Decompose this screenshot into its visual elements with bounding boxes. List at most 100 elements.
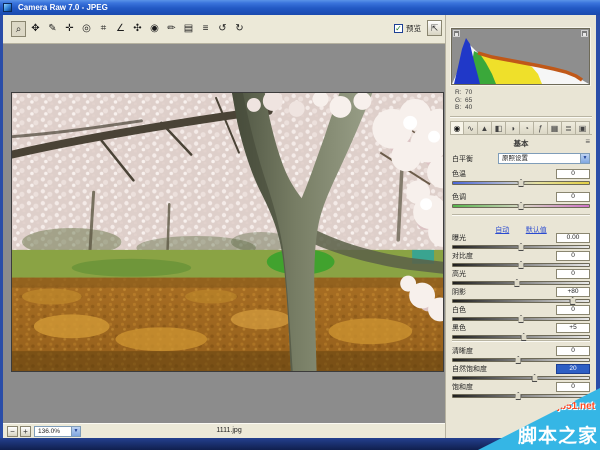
title-bar[interactable]: Camera Raw 7.0 - JPEG xyxy=(0,0,600,15)
tint-track[interactable] xyxy=(452,204,590,208)
targeted-adjustment-tool[interactable]: ◎ xyxy=(79,21,94,37)
basic-controls: 白平衡 原照设置 ▼ 色温 0 色调 0 xyxy=(452,152,590,399)
highlight-clipping-indicator[interactable] xyxy=(581,30,588,37)
slider-highlights: 高光 0 xyxy=(452,268,590,284)
adjustments-panel: R:70 G:65 B:40 ◉ ∿ ▲ ◧ ◑ ◔ ƒ ▦ ≣ ▣ 基本 ≡ … xyxy=(445,15,596,438)
temperature-track[interactable] xyxy=(452,181,590,185)
toggle-fullscreen-button[interactable]: ⇱ xyxy=(427,20,442,36)
zoom-out-button[interactable]: − xyxy=(7,426,18,437)
toolbar: ⌕ ✥ ✎ ✛ ◎ ⌗ ∠ ✣ ◉ ✏ ▤ ≡ ↺ ↻ ✓ 预览 ⇱ xyxy=(3,15,445,44)
tab-split-toning[interactable]: ◑ xyxy=(506,121,520,135)
preview-checkbox[interactable]: ✓ xyxy=(394,24,403,33)
rgb-readout: R:70 G:65 B:40 xyxy=(455,89,472,112)
zoom-dropdown-arrow-icon: ▼ xyxy=(71,427,80,436)
slider-clarity: 清晰度 0 xyxy=(452,345,590,361)
clarity-track[interactable] xyxy=(452,358,590,362)
shadow-clipping-indicator[interactable] xyxy=(453,30,460,37)
white-balance-dropdown-arrow-icon: ▼ xyxy=(580,154,589,163)
tab-basic[interactable]: ◉ xyxy=(450,121,464,135)
saturation-thumb[interactable] xyxy=(515,392,522,400)
slider-temperature: 色温 0 xyxy=(452,168,590,189)
tab-effects[interactable]: ƒ xyxy=(534,121,548,135)
zoom-in-button[interactable]: + xyxy=(20,426,31,437)
contrast-value[interactable]: 0 xyxy=(556,251,590,261)
saturation-track[interactable] xyxy=(452,394,590,398)
exposure-value[interactable]: 0.00 xyxy=(556,233,590,243)
color-sampler-tool[interactable]: ✛ xyxy=(62,21,77,37)
shadows-track[interactable] xyxy=(452,299,590,303)
temperature-value[interactable]: 0 xyxy=(556,169,590,179)
white-balance-label: 白平衡 xyxy=(452,154,473,164)
temperature-thumb[interactable] xyxy=(518,179,525,187)
exposure-track[interactable] xyxy=(452,245,590,249)
slider-saturation: 饱和度 0 xyxy=(452,381,590,397)
auto-default-links: 自动 默认值 xyxy=(452,219,590,230)
slider-tint: 色调 0 xyxy=(452,191,590,212)
tab-tone-curve[interactable]: ∿ xyxy=(464,121,478,135)
image-canvas xyxy=(3,44,445,423)
tab-detail[interactable]: ▲ xyxy=(478,121,492,135)
panel-menu-icon[interactable]: ≡ xyxy=(585,137,590,146)
slider-contrast: 对比度 0 xyxy=(452,250,590,266)
camera-raw-window: Camera Raw 7.0 - JPEG ⌕ ✥ ✎ ✛ ◎ ⌗ ∠ ✣ ◉ … xyxy=(0,0,600,450)
watermark-name: 脚本之家 xyxy=(518,421,598,448)
spot-removal-tool[interactable]: ✣ xyxy=(130,21,145,37)
slider-blacks: 黑色 +5 xyxy=(452,322,590,338)
hand-tool[interactable]: ✥ xyxy=(28,21,43,37)
histogram-plot xyxy=(452,29,589,84)
zoom-tool[interactable]: ⌕ xyxy=(11,21,26,37)
rotate-right-button[interactable]: ↻ xyxy=(232,21,247,37)
red-eye-tool[interactable]: ◉ xyxy=(147,21,162,37)
window-border-right xyxy=(596,15,600,450)
white-balance-row: 白平衡 原照设置 ▼ xyxy=(452,152,590,165)
slider-whites: 白色 0 xyxy=(452,304,590,320)
shadows-value[interactable]: +80 xyxy=(556,287,590,297)
tab-strip-line xyxy=(450,134,592,135)
tint-thumb[interactable] xyxy=(518,202,525,210)
white-balance-tool[interactable]: ✎ xyxy=(45,21,60,37)
photo-illustration xyxy=(12,93,443,371)
preferences-button[interactable]: ≡ xyxy=(198,21,213,37)
panel-divider xyxy=(452,214,590,216)
preview-label: 预览 xyxy=(406,23,421,34)
vibrance-track[interactable] xyxy=(452,376,590,380)
tint-value[interactable]: 0 xyxy=(556,192,590,202)
tab-lens-corrections[interactable]: ◔ xyxy=(520,121,534,135)
filename-label: 1111.jpg xyxy=(216,427,241,434)
saturation-value[interactable]: 0 xyxy=(556,382,590,392)
vibrance-value[interactable]: 20 xyxy=(556,364,590,374)
contrast-track[interactable] xyxy=(452,263,590,267)
tab-snapshots[interactable]: ▣ xyxy=(576,121,590,135)
slider-shadows: 阴影 +80 xyxy=(452,286,590,302)
blacks-track[interactable] xyxy=(452,335,590,339)
white-balance-value: 原照设置 xyxy=(502,155,528,162)
crop-tool[interactable]: ⌗ xyxy=(96,21,111,37)
tool-strip: ⌕ ✥ ✎ ✛ ◎ ⌗ ∠ ✣ ◉ ✏ ▤ ≡ ↺ ↻ xyxy=(11,21,247,37)
whites-track[interactable] xyxy=(452,317,590,321)
window-title: Camera Raw 7.0 - JPEG xyxy=(18,3,108,12)
tab-hsl[interactable]: ◧ xyxy=(492,121,506,135)
straighten-tool[interactable]: ∠ xyxy=(113,21,128,37)
photo-preview[interactable] xyxy=(11,92,444,372)
panel-divider xyxy=(450,116,592,118)
preview-control: ✓ 预览 xyxy=(394,23,421,34)
app-icon xyxy=(3,3,12,12)
zoom-level-value: 136.0% xyxy=(38,428,60,435)
adjustment-brush-tool[interactable]: ✏ xyxy=(164,21,179,37)
slider-vibrance: 自然饱和度 20 xyxy=(452,363,590,379)
blacks-thumb[interactable] xyxy=(520,333,527,341)
tab-presets[interactable]: ≣ xyxy=(562,121,576,135)
whites-value[interactable]: 0 xyxy=(556,305,590,315)
histogram xyxy=(451,28,590,85)
tab-camera-calibration[interactable]: ▦ xyxy=(548,121,562,135)
panel-title: 基本 xyxy=(446,138,596,149)
rotate-left-button[interactable]: ↺ xyxy=(215,21,230,37)
blacks-value[interactable]: +5 xyxy=(556,323,590,333)
clarity-value[interactable]: 0 xyxy=(556,346,590,356)
white-balance-select[interactable]: 原照设置 ▼ xyxy=(498,153,590,164)
zoom-level-select[interactable]: 136.0% ▼ xyxy=(34,426,81,437)
graduated-filter-tool[interactable]: ▤ xyxy=(181,21,196,37)
highlights-value[interactable]: 0 xyxy=(556,269,590,279)
highlights-track[interactable] xyxy=(452,281,590,285)
slider-exposure: 曝光 0.00 xyxy=(452,232,590,248)
